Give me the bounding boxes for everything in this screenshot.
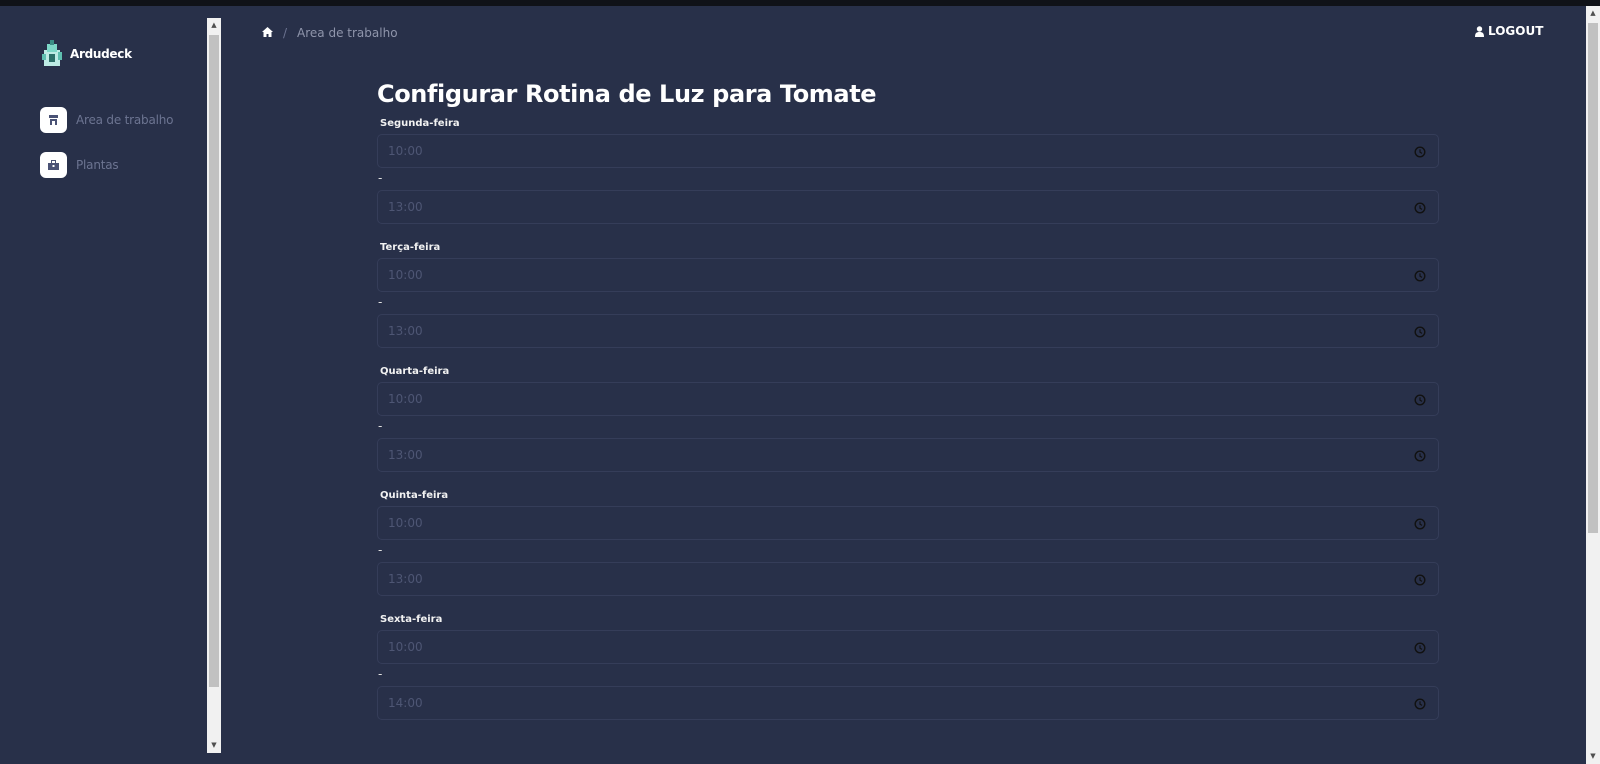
- time-value: 13:00: [388, 324, 423, 338]
- briefcase-icon: [40, 152, 67, 178]
- time-value: 10:00: [388, 268, 423, 282]
- window-top-bar: [0, 0, 1600, 6]
- clock-icon[interactable]: [1414, 202, 1426, 214]
- sidebar-scrollbar[interactable]: ▲ ▼: [207, 18, 221, 753]
- clock-icon[interactable]: [1414, 642, 1426, 654]
- sidebar-item-label: Plantas: [76, 158, 119, 172]
- clock-icon[interactable]: [1414, 450, 1426, 462]
- logout-label: LOGOUT: [1488, 24, 1544, 38]
- end-time-input[interactable]: 13:00: [377, 190, 1439, 224]
- time-value: 13:00: [388, 572, 423, 586]
- day-label: Quinta-feira: [380, 490, 449, 501]
- scroll-down-arrow-icon[interactable]: ▼: [207, 738, 221, 753]
- time-value: 10:00: [388, 516, 423, 530]
- main-scrollbar-thumb[interactable]: [1588, 23, 1598, 533]
- day-label: Quarta-feira: [380, 366, 450, 377]
- main-scrollbar[interactable]: ▲ ▼: [1586, 6, 1600, 764]
- end-time-input[interactable]: 14:00: [377, 686, 1439, 720]
- clock-icon[interactable]: [1414, 270, 1426, 282]
- brand-logo-icon: [42, 40, 62, 66]
- scroll-up-arrow-icon[interactable]: ▲: [207, 18, 221, 33]
- end-time-input[interactable]: 13:00: [377, 438, 1439, 472]
- clock-icon[interactable]: [1414, 518, 1426, 530]
- end-time-input[interactable]: 13:00: [377, 314, 1439, 348]
- light-routine-form: Configurar Rotina de Luz para Tomate Seg…: [377, 80, 1439, 720]
- range-separator: -: [378, 543, 383, 557]
- page-title: Configurar Rotina de Luz para Tomate: [377, 80, 877, 108]
- scroll-up-arrow-icon[interactable]: ▲: [1586, 6, 1600, 21]
- breadcrumb: / Area de trabalho: [262, 26, 398, 40]
- brand-name: Ardudeck: [70, 47, 132, 61]
- range-separator: -: [378, 295, 383, 309]
- sidebar-item-label: Area de trabalho: [76, 113, 174, 127]
- sidebar-item-plantas[interactable]: Plantas: [40, 152, 119, 178]
- logout-button[interactable]: LOGOUT: [1475, 24, 1543, 38]
- start-time-input[interactable]: 10:00: [377, 630, 1439, 664]
- sidebar-scrollbar-thumb[interactable]: [209, 35, 219, 687]
- day-label: Sexta-feira: [380, 614, 443, 625]
- home-icon[interactable]: [262, 26, 273, 40]
- clock-icon[interactable]: [1414, 698, 1426, 710]
- day-group-terca: Terça-feira 10:00 - 13:00: [377, 236, 1439, 348]
- time-value: 10:00: [388, 640, 423, 654]
- scroll-down-arrow-icon[interactable]: ▼: [1586, 749, 1600, 764]
- range-separator: -: [378, 667, 383, 681]
- time-value: 13:00: [388, 200, 423, 214]
- time-value: 10:00: [388, 144, 423, 158]
- brand[interactable]: Ardudeck: [42, 40, 132, 68]
- range-separator: -: [378, 419, 383, 433]
- sidebar-item-area-de-trabalho[interactable]: Area de trabalho: [40, 107, 173, 133]
- breadcrumb-current: Area de trabalho: [297, 26, 398, 40]
- store-icon: [40, 107, 67, 133]
- day-label: Terça-feira: [380, 242, 441, 253]
- day-group-quarta: Quarta-feira 10:00 - 13:00: [377, 360, 1439, 472]
- end-time-input[interactable]: 13:00: [377, 562, 1439, 596]
- user-icon: [1475, 25, 1484, 37]
- clock-icon[interactable]: [1414, 146, 1426, 158]
- start-time-input[interactable]: 10:00: [377, 506, 1439, 540]
- day-group-quinta: Quinta-feira 10:00 - 13:00: [377, 484, 1439, 596]
- time-value: 10:00: [388, 392, 423, 406]
- clock-icon[interactable]: [1414, 394, 1426, 406]
- range-separator: -: [378, 171, 383, 185]
- time-value: 13:00: [388, 448, 423, 462]
- day-group-sexta: Sexta-feira 10:00 - 14:00: [377, 608, 1439, 720]
- time-value: 14:00: [388, 696, 423, 710]
- clock-icon[interactable]: [1414, 574, 1426, 586]
- day-label: Segunda-feira: [380, 118, 460, 129]
- start-time-input[interactable]: 10:00: [377, 382, 1439, 416]
- start-time-input[interactable]: 10:00: [377, 258, 1439, 292]
- start-time-input[interactable]: 10:00: [377, 134, 1439, 168]
- clock-icon[interactable]: [1414, 326, 1426, 338]
- sidebar: Ardudeck Area de trabalho Plantas: [0, 6, 204, 764]
- breadcrumb-separator: /: [283, 26, 288, 40]
- day-group-segunda: Segunda-feira 10:00 - 13:00: [377, 112, 1439, 224]
